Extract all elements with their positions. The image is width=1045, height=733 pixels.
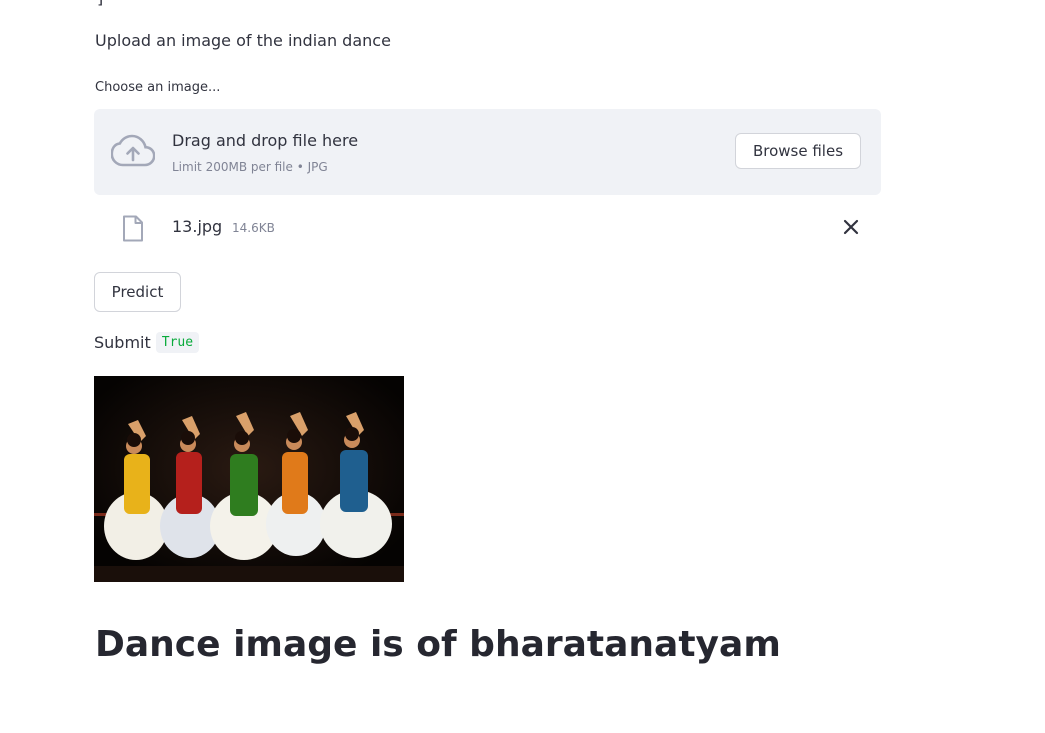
browse-files-button[interactable]: Browse files bbox=[735, 133, 861, 169]
close-icon[interactable] bbox=[842, 218, 860, 236]
result-heading: Dance image is of bharatanatyam bbox=[95, 624, 781, 665]
app-page: ] Upload an image of the indian dance Ch… bbox=[0, 0, 1045, 733]
submit-value: True bbox=[155, 332, 200, 353]
dropzone-title: Drag and drop file here bbox=[172, 131, 359, 150]
dropzone-limit: Limit 200MB per file • JPG bbox=[172, 160, 328, 174]
cloud-upload-icon bbox=[111, 134, 155, 167]
dance-photo bbox=[94, 376, 404, 582]
uploaded-file-row: 13.jpg 14.6KB bbox=[94, 208, 881, 248]
top-fragment: ] bbox=[97, 0, 103, 7]
submit-label: Submit bbox=[94, 333, 151, 352]
predict-button[interactable]: Predict bbox=[94, 272, 181, 312]
file-icon bbox=[123, 215, 143, 242]
file-name: 13.jpg bbox=[172, 217, 223, 236]
file-size: 14.6KB bbox=[232, 221, 275, 235]
submit-status: Submit True bbox=[94, 332, 200, 353]
upload-prompt: Upload an image of the indian dance bbox=[95, 31, 391, 50]
uploader-label: Choose an image... bbox=[95, 80, 221, 95]
file-dropzone[interactable]: Drag and drop file here Limit 200MB per … bbox=[94, 109, 881, 195]
